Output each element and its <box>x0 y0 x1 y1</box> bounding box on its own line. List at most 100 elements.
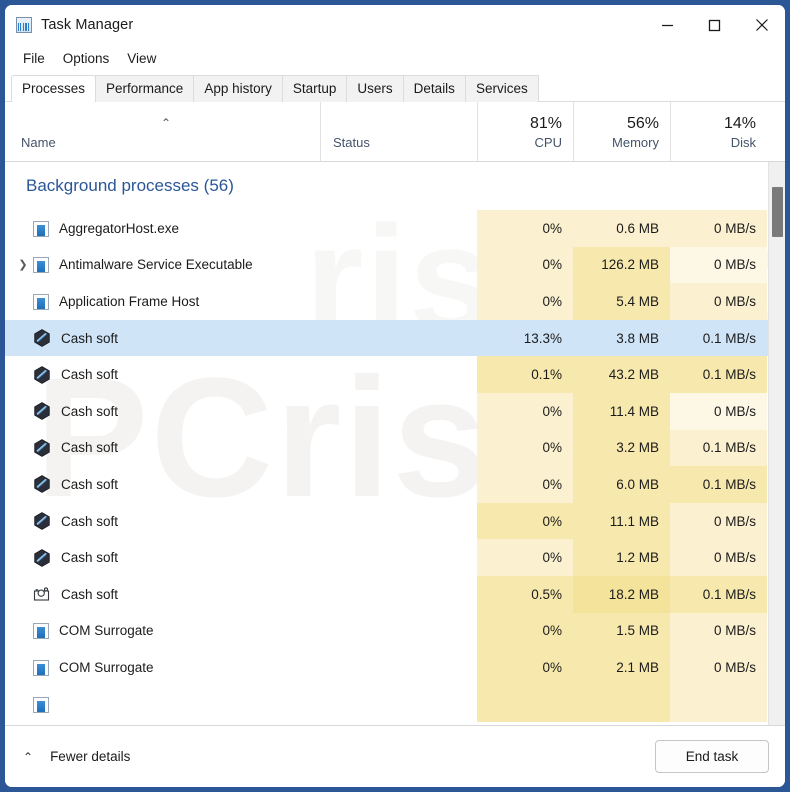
column-label-cpu: CPU <box>534 135 562 150</box>
minimize-button[interactable] <box>644 5 691 45</box>
table-row[interactable]: Application Frame Host 0% 5.4 MB 0 MB/s <box>5 283 785 320</box>
table-row[interactable]: Cash soft 13.3% 3.8 MB 0.1 MB/s <box>5 319 785 357</box>
table-row[interactable]: Cash soft 0.1% 43.2 MB 0.1 MB/s <box>5 356 785 393</box>
hex-malware-icon <box>33 365 51 384</box>
cell-process-name: ❯ Antimalware Service Executable <box>13 256 320 274</box>
title-bar: Task Manager <box>5 5 785 45</box>
window-app-icon <box>33 220 49 237</box>
tab-strip: Processes Performance App history Startu… <box>5 72 785 103</box>
column-header-disk[interactable]: 14% Disk <box>670 102 767 161</box>
tab-details[interactable]: Details <box>402 75 466 102</box>
cell-process-name: Cash soft <box>13 365 320 384</box>
cell-cpu: 0% <box>477 246 573 284</box>
process-name-label: Cash soft <box>61 550 119 566</box>
bottom-bar: ⌃ Fewer details End task <box>5 725 785 787</box>
cell-disk: 0 MB/s <box>670 246 767 284</box>
column-header-status[interactable]: Status <box>320 102 477 161</box>
column-header-name[interactable]: ⌃ Name <box>13 102 320 161</box>
table-row[interactable]: Cash soft 0% 3.2 MB 0.1 MB/s <box>5 429 785 467</box>
group-header-background-processes[interactable]: Background processes (56) <box>5 162 785 210</box>
cell-cpu: 0% <box>477 612 573 650</box>
process-name-label: AggregatorHost.exe <box>59 220 180 236</box>
tab-startup[interactable]: Startup <box>281 75 348 102</box>
caption-buttons <box>644 5 785 45</box>
menu-item-view[interactable]: View <box>118 48 165 69</box>
cell-process-name: Cash soft <box>13 438 320 457</box>
cell-disk: 0.1 MB/s <box>670 356 767 393</box>
table-row[interactable]: COM Surrogate 0% 2.1 MB 0 MB/s <box>5 649 785 686</box>
tab-app-history[interactable]: App history <box>193 75 283 102</box>
cell-memory: 3.2 MB <box>573 429 670 467</box>
table-row[interactable]: AggregatorHost.exe 0% 0.6 MB 0 MB/s <box>5 210 785 247</box>
menu-item-file[interactable]: File <box>14 48 54 69</box>
process-name-label: COM Surrogate <box>59 623 154 639</box>
cell-cpu: 13.3% <box>523 330 562 346</box>
window-app-icon <box>33 696 49 713</box>
hex-malware-icon <box>34 402 50 421</box>
column-header-cpu[interactable]: 81% CPU <box>477 102 573 161</box>
cell-disk: 0.1 MB/s <box>670 466 767 503</box>
cell-cpu: 0% <box>477 283 573 320</box>
column-label-name: Name <box>21 135 56 150</box>
table-row[interactable]: Cash soft 0.5% 18.2 MB 0.1 MB/s <box>5 575 785 613</box>
process-name-label: COM Surrogate <box>59 659 154 675</box>
tab-services[interactable]: Services <box>464 75 539 102</box>
cell-process-name: Cash soft <box>13 402 320 421</box>
window-app-icon <box>33 293 49 310</box>
cell-disk: 0 MB/s <box>670 502 767 540</box>
cell-disk: 0.1 MB/s <box>670 575 767 613</box>
cell-cpu <box>477 685 573 723</box>
cpu-total-percent: 81% <box>529 115 562 132</box>
cell-memory: 11.1 MB <box>573 502 670 540</box>
end-task-button[interactable]: End task <box>655 740 769 773</box>
fewer-details-button[interactable]: ⌃ Fewer details <box>23 749 130 764</box>
cell-memory: 126.2 MB <box>573 246 670 284</box>
group-title: Background processes (56) <box>26 176 234 195</box>
maximize-button[interactable] <box>691 5 738 45</box>
close-button[interactable] <box>738 5 785 45</box>
hex-malware-icon <box>33 438 51 457</box>
process-name-label: Application Frame Host <box>59 293 200 309</box>
expander-chevron-icon[interactable]: ❯ <box>13 258 33 271</box>
scrollbar-thumb[interactable] <box>772 187 783 237</box>
table-row[interactable]: ❯ Antimalware Service Executable 0% 126.2 M… <box>5 246 785 284</box>
cell-process-name: Cash soft <box>13 475 320 494</box>
table-row[interactable]: Cash soft 0% 6.0 MB 0.1 MB/s <box>5 466 785 503</box>
cell-memory: 1.5 MB <box>573 612 670 650</box>
cell-cpu: 0% <box>477 210 573 247</box>
cell-process-name: AggregatorHost.exe <box>13 220 320 237</box>
hex-malware-icon <box>33 329 51 347</box>
sort-ascending-icon: ⌃ <box>161 116 172 130</box>
cell-cpu: 0% <box>477 466 573 503</box>
table-row[interactable]: Cash soft 0% 1.2 MB 0 MB/s <box>5 539 785 576</box>
table-row[interactable] <box>5 685 785 723</box>
cell-process-name: Cash soft <box>13 585 320 603</box>
hex-malware-icon <box>34 475 50 494</box>
tab-performance[interactable]: Performance <box>95 75 195 102</box>
tab-processes[interactable]: Processes <box>11 75 97 103</box>
cell-memory: 0.6 MB <box>573 210 670 247</box>
cell-disk: 0 MB/s <box>670 539 767 576</box>
vertical-scrollbar[interactable] <box>768 162 785 725</box>
cell-memory: 5.4 MB <box>573 283 670 320</box>
task-manager-window: Task Manager File Options View Processes… <box>4 4 786 788</box>
cell-disk: 0 MB/s <box>670 283 767 320</box>
column-header-memory[interactable]: 56% Memory <box>573 102 670 161</box>
camera-capture-icon <box>33 587 50 601</box>
cell-disk <box>670 685 767 723</box>
table-row[interactable]: COM Surrogate 0% 1.5 MB 0 MB/s <box>5 612 785 650</box>
menu-item-options[interactable]: Options <box>54 48 119 69</box>
hex-malware-icon <box>33 475 51 494</box>
task-manager-chart-icon <box>16 17 32 33</box>
hex-malware-icon <box>33 548 51 567</box>
cell-process-name: COM Surrogate <box>13 659 320 676</box>
table-row[interactable]: Cash soft 0% 11.1 MB 0 MB/s <box>5 502 785 540</box>
process-name-label: Cash soft <box>61 440 119 456</box>
cell-process-name: Cash soft <box>13 512 320 530</box>
window-app-icon <box>33 659 49 676</box>
table-row[interactable]: Cash soft 0% 11.4 MB 0 MB/s <box>5 392 785 430</box>
cell-memory: 11.4 MB <box>573 392 670 430</box>
hex-malware-icon <box>34 512 50 530</box>
tab-users[interactable]: Users <box>346 75 404 102</box>
column-label-status: Status <box>333 135 370 150</box>
